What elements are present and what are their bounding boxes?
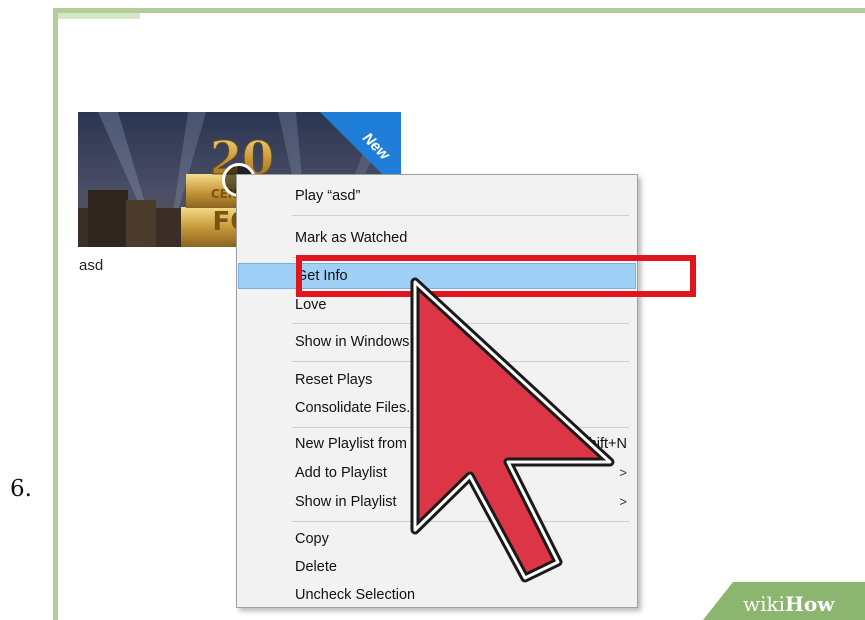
menu-item-label: Mark as Watched (295, 230, 408, 246)
wikihow-watermark: wikiHow (703, 582, 865, 620)
menu-item-show-in-explorer[interactable]: Show in Windows Explorer (238, 329, 636, 355)
menu-item-shortcut: Ctrl+Shift+N (548, 436, 627, 452)
step-number: 6. (10, 476, 32, 502)
video-title[interactable]: asd (79, 257, 103, 274)
menu-item-label: New Playlist from Selection (295, 436, 471, 452)
chevron-right-icon: > (619, 465, 627, 480)
menu-item-label: Copy (295, 531, 329, 547)
menu-separator (292, 427, 629, 428)
wikihow-logo: wikiHow (743, 592, 834, 616)
wikihow-logo-how: How (785, 592, 835, 616)
menu-separator (292, 323, 629, 324)
menu-separator (292, 361, 629, 362)
get-info-highlight-box (296, 255, 696, 297)
menu-item-new-playlist[interactable]: New Playlist from Selection Ctrl+Shift+N (238, 431, 636, 457)
menu-item-label: Show in Windows Explorer (295, 334, 468, 350)
menu-item-label: Show in Playlist (295, 494, 397, 510)
menu-item-copy[interactable]: Copy (238, 526, 636, 552)
window-tab-accent (58, 13, 140, 19)
menu-item-consolidate[interactable]: Consolidate Files... (238, 395, 636, 421)
menu-separator (292, 215, 629, 216)
menu-separator (292, 521, 629, 522)
context-menu: Play “asd” Mark as Watched Get Info Love… (236, 174, 638, 608)
menu-item-label: Add to Playlist (295, 465, 387, 481)
menu-item-play[interactable]: Play “asd” (238, 183, 636, 209)
menu-item-label: Delete (295, 559, 337, 575)
menu-item-reset-plays[interactable]: Reset Plays (238, 367, 636, 393)
menu-item-label: Consolidate Files... (295, 400, 419, 416)
tutorial-step: 6. 20 New asd Play “asd” Mark as Watched… (0, 0, 865, 620)
menu-item-mark-watched[interactable]: Mark as Watched (238, 225, 636, 251)
menu-item-label: Love (295, 297, 327, 313)
menu-item-label: Reset Plays (295, 372, 373, 388)
menu-item-add-to-playlist[interactable]: Add to Playlist > (238, 460, 636, 486)
menu-item-delete[interactable]: Delete (238, 554, 636, 580)
menu-item-uncheck-selection[interactable]: Uncheck Selection (238, 582, 636, 608)
wikihow-logo-wiki: wiki (743, 592, 786, 616)
menu-item-show-in-playlist[interactable]: Show in Playlist > (238, 489, 636, 515)
menu-item-label: Play “asd” (295, 188, 361, 204)
chevron-right-icon: > (619, 494, 627, 509)
menu-item-label: Uncheck Selection (295, 587, 416, 603)
